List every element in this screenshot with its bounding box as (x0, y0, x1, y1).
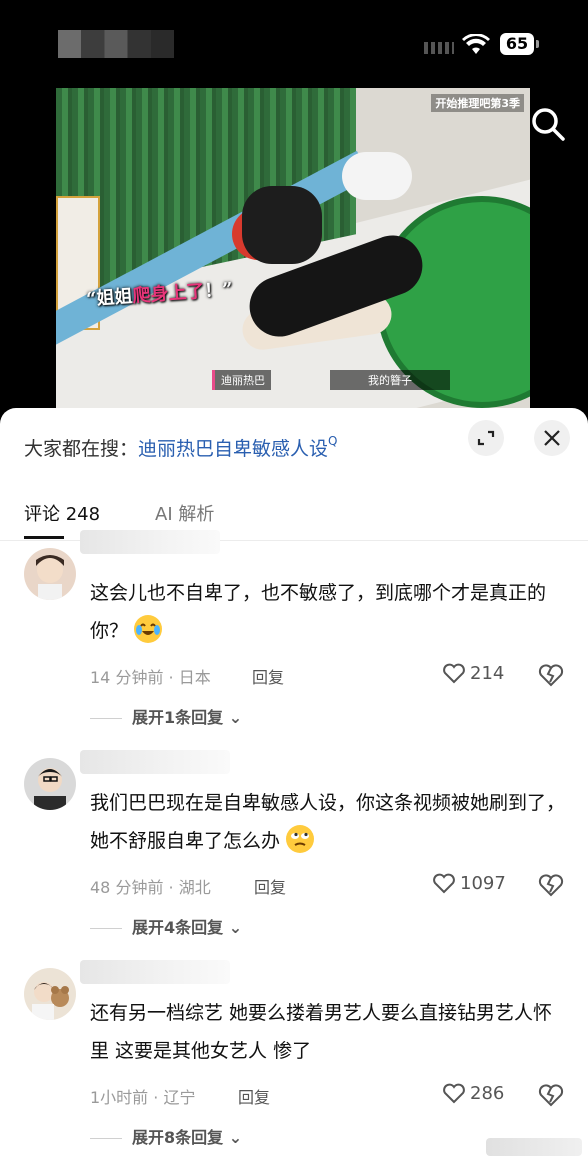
like-button[interactable]: 214 (442, 662, 504, 684)
hot-search-prefix: 大家都在搜： (24, 438, 139, 460)
comment-time-location: 1小时前 · 辽宁 (90, 1088, 196, 1107)
reply-button[interactable]: 回复 (252, 664, 284, 688)
avatar[interactable] (24, 548, 76, 600)
video-subtitle: 我的簪子 (330, 370, 450, 390)
close-icon (544, 430, 560, 446)
battery-indicator: 65 (500, 33, 539, 55)
blurred-username (80, 960, 230, 984)
comment-text: 还有另一档综艺 她要么搂着男艺人要么直接钻男艺人怀里 这要是其他女艺人 惨了 (90, 1002, 553, 1062)
comment-text: 我们巴巴现在是自卑敏感人设，你这条视频被她刷到了，她不舒服自卑了怎么办 (90, 792, 566, 853)
video-player[interactable]: “姐姐爬身上了！” 迪丽热巴 我的簪子 开始推理吧第3季 (56, 88, 530, 410)
comments-sheet: 大家都在搜：迪丽热巴自卑敏感人设Q 评论 248 AI 解析 这会儿也不自卑了，… (0, 408, 588, 1160)
avatar[interactable] (24, 758, 76, 810)
dislike-icon[interactable] (538, 872, 564, 898)
expand-icon (477, 430, 495, 446)
video-name-tag: 迪丽热巴 (212, 370, 271, 390)
expand-button[interactable] (468, 420, 504, 456)
show-watermark: 开始推理吧第3季 (431, 94, 524, 112)
dislike-icon[interactable] (538, 662, 564, 688)
search-small-icon: Q (328, 434, 338, 448)
heart-icon (433, 873, 455, 894)
search-icon[interactable] (528, 104, 568, 144)
avatar[interactable] (24, 968, 76, 1020)
crying-laughing-emoji-icon (134, 615, 163, 643)
reply-button[interactable]: 回复 (254, 874, 286, 898)
comment-time-location: 14 分钟前 · 日本 (90, 668, 211, 687)
blurred-username (80, 530, 220, 554)
dislike-icon[interactable] (538, 1082, 564, 1108)
heart-icon (443, 1083, 465, 1104)
active-tab-indicator (24, 536, 64, 539)
reply-button[interactable]: 回复 (238, 1084, 270, 1108)
expand-replies-button[interactable]: 展开1条回复 ⌄ (90, 704, 242, 728)
tab-comments[interactable]: 评论 248 (24, 500, 100, 539)
hot-search-bar[interactable]: 大家都在搜：迪丽热巴自卑敏感人设Q (24, 434, 337, 461)
expand-replies-button[interactable]: 展开8条回复 ⌄ (90, 1124, 242, 1148)
blurred-time (58, 30, 174, 58)
like-button[interactable]: 1097 (432, 872, 506, 894)
eye-roll-emoji-icon (286, 825, 315, 853)
like-button[interactable]: 286 (442, 1082, 504, 1104)
blurred-watermark (486, 1138, 582, 1156)
comment-time-location: 48 分钟前 · 湖北 (90, 878, 211, 897)
wifi-icon (462, 34, 490, 54)
heart-icon (443, 663, 465, 684)
comment-text: 这会儿也不自卑了，也不敏感了，到底哪个才是真正的你？ (90, 582, 547, 643)
close-button[interactable] (534, 420, 570, 456)
tab-ai-analysis[interactable]: AI 解析 (155, 500, 214, 526)
signal-icon (424, 42, 454, 54)
hot-search-link[interactable]: 迪丽热巴自卑敏感人设 (138, 438, 328, 460)
blurred-username (80, 750, 230, 774)
status-bar: 65 (0, 0, 588, 88)
expand-replies-button[interactable]: 展开4条回复 ⌄ (90, 914, 242, 938)
